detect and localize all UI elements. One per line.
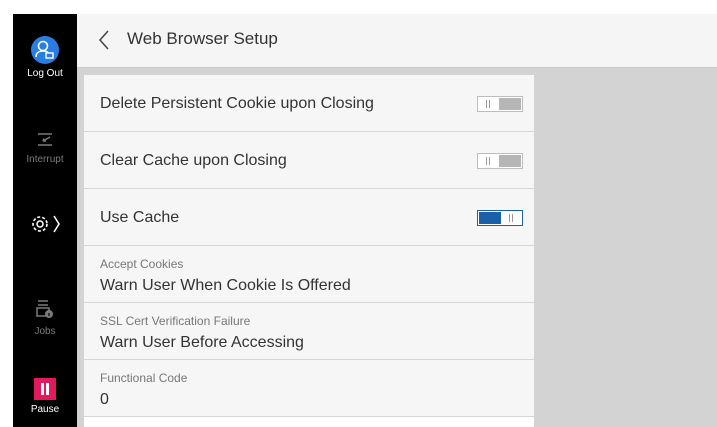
back-button[interactable]: [93, 26, 117, 54]
gear-icon: [32, 215, 60, 233]
pause-label: Pause: [30, 404, 60, 415]
setting-title: Delete Persistent Cookie upon Closing: [100, 95, 374, 112]
user-icon: [31, 36, 59, 64]
page-title: Web Browser Setup: [127, 29, 278, 48]
setting-label: Functional Code: [100, 371, 188, 385]
pause-icon: [34, 378, 56, 400]
settings-list: Delete Persistent Cookie upon Closing Cl…: [84, 75, 534, 427]
side-nav: Log Out Interrupt Jobs Pause: [13, 14, 77, 427]
jobs-icon: [13, 296, 77, 320]
setting-ssl-cert-verification[interactable]: SSL Cert Verification Failure Warn User …: [84, 303, 534, 360]
header-bar: Web Browser Setup: [77, 14, 717, 68]
setting-title: Use Cache: [100, 209, 180, 226]
setting-use-cache[interactable]: Use Cache: [84, 189, 534, 246]
setting-title: Clear Cache upon Closing: [100, 152, 287, 169]
setting-value: Warn User Before Accessing: [100, 334, 304, 351]
device-settings-button[interactable]: [13, 211, 77, 242]
setting-label: Accept Cookies: [100, 257, 184, 271]
setting-delete-persistent-cookie[interactable]: Delete Persistent Cookie upon Closing: [84, 75, 534, 132]
interrupt-label: Interrupt: [26, 154, 64, 165]
interrupt-icon: [13, 128, 77, 150]
toggle-switch[interactable]: [477, 153, 523, 169]
jobs-button[interactable]: Jobs: [13, 296, 77, 337]
chevron-left-icon: [98, 30, 109, 50]
pause-button[interactable]: Pause: [13, 378, 77, 415]
setting-value: 0: [100, 391, 109, 408]
setting-clear-cache[interactable]: Clear Cache upon Closing: [84, 132, 534, 189]
toggle-switch[interactable]: [477, 210, 523, 226]
setting-value: Warn User When Cookie Is Offered: [100, 277, 351, 294]
setting-functional-code[interactable]: Functional Code 0: [84, 360, 534, 417]
logout-label: Log Out: [27, 68, 63, 79]
jobs-label: Jobs: [34, 326, 56, 337]
interrupt-button[interactable]: Interrupt: [13, 128, 77, 165]
setting-accept-cookies[interactable]: Accept Cookies Warn User When Cookie Is …: [84, 246, 534, 303]
logout-button[interactable]: Log Out: [13, 36, 77, 79]
toggle-switch[interactable]: [477, 96, 523, 112]
content-area: Delete Persistent Cookie upon Closing Cl…: [77, 68, 717, 427]
setting-label: SSL Cert Verification Failure: [100, 314, 251, 328]
